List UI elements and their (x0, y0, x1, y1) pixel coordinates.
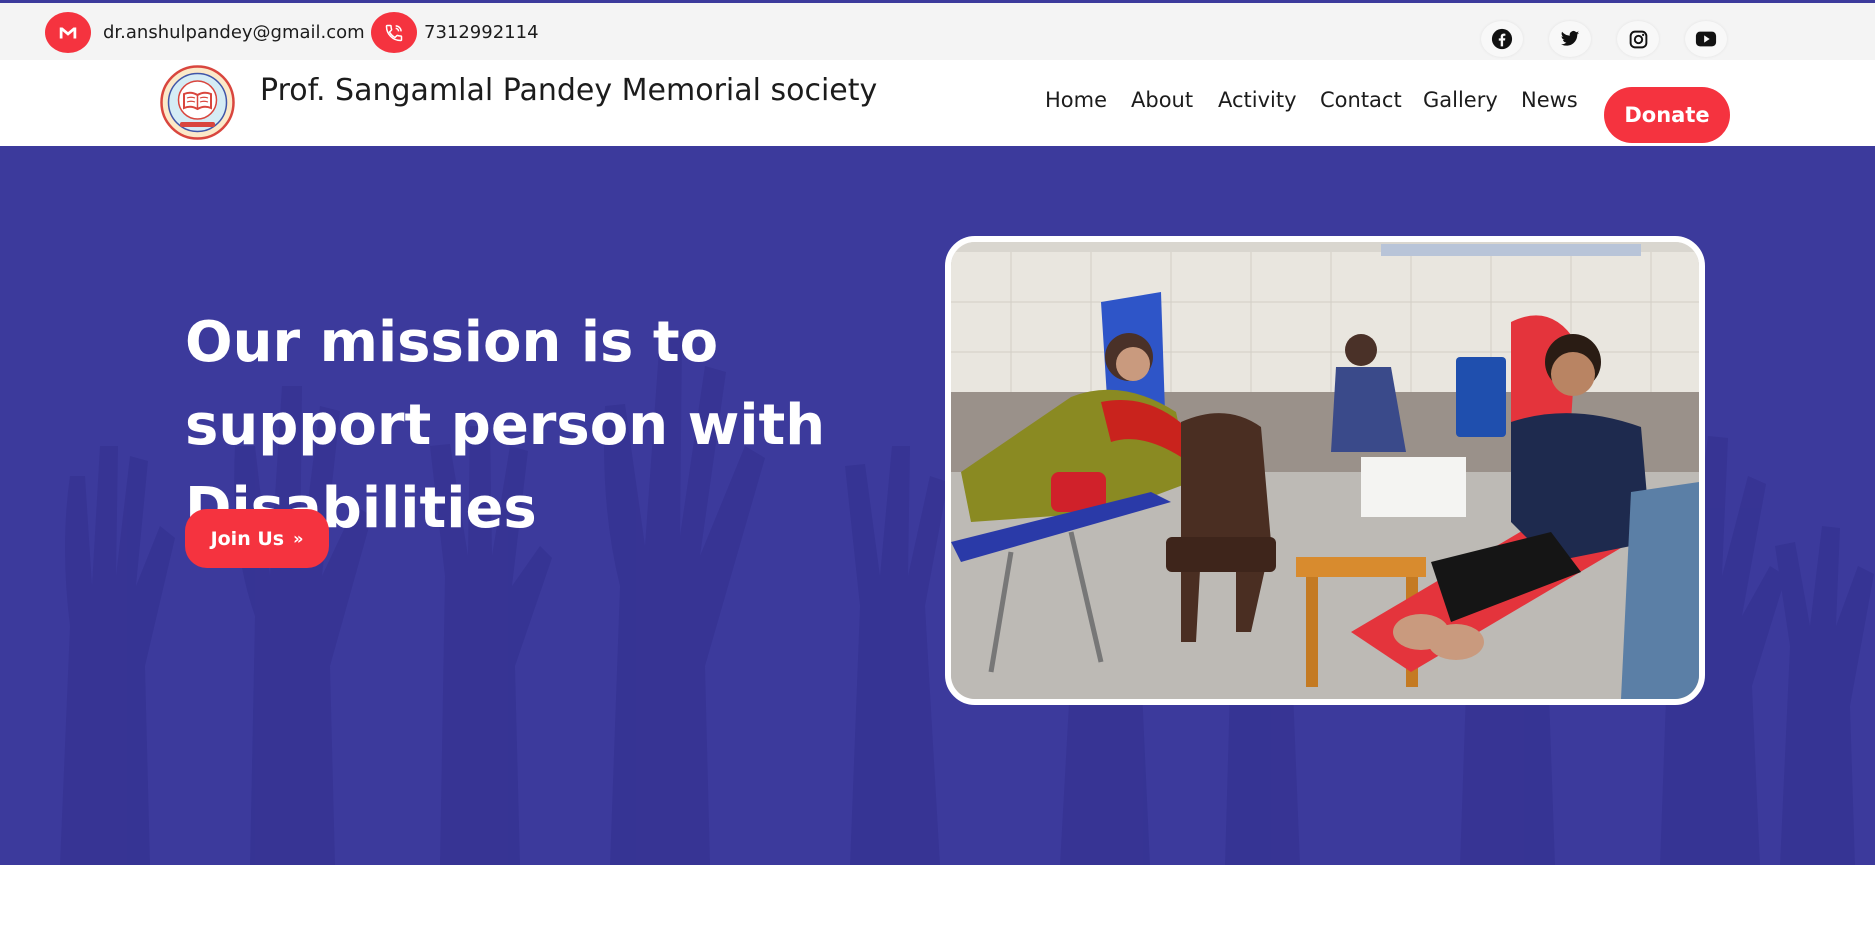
nav-news[interactable]: News (1521, 88, 1578, 112)
site-title[interactable]: Prof. Sangamlal Pandey Memorial society (260, 73, 877, 108)
gmail-icon (45, 12, 91, 53)
top-contact-bar: dr.anshulpandey@gmail.com 7312992114 (0, 0, 1875, 60)
society-logo[interactable] (160, 64, 235, 141)
instagram-icon[interactable] (1617, 21, 1659, 57)
email-contact[interactable]: dr.anshulpandey@gmail.com (45, 12, 365, 53)
nav-contact[interactable]: Contact (1320, 88, 1402, 112)
hero-section: Our mission is to support person with Di… (0, 146, 1875, 865)
phone-text[interactable]: 7312992114 (424, 22, 539, 43)
nav-activity[interactable]: Activity (1218, 88, 1297, 112)
youtube-icon[interactable] (1685, 21, 1727, 57)
twitter-icon[interactable] (1549, 21, 1591, 57)
join-us-label: Join Us (210, 527, 285, 550)
facebook-icon[interactable] (1481, 21, 1523, 57)
nav-gallery[interactable]: Gallery (1423, 88, 1498, 112)
page-below-hero (0, 865, 1875, 931)
nav-about[interactable]: About (1131, 88, 1193, 112)
nav-home[interactable]: Home (1045, 88, 1107, 112)
email-text[interactable]: dr.anshulpandey@gmail.com (103, 22, 365, 43)
double-chevron-right-icon: » (293, 529, 304, 548)
join-us-button[interactable]: Join Us » (185, 509, 329, 568)
phone-icon (371, 12, 417, 53)
phone-contact[interactable]: 7312992114 (371, 12, 539, 53)
site-header: Prof. Sangamlal Pandey Memorial society … (0, 60, 1875, 146)
hero-image (945, 236, 1705, 705)
donate-button[interactable]: Donate (1604, 87, 1730, 143)
